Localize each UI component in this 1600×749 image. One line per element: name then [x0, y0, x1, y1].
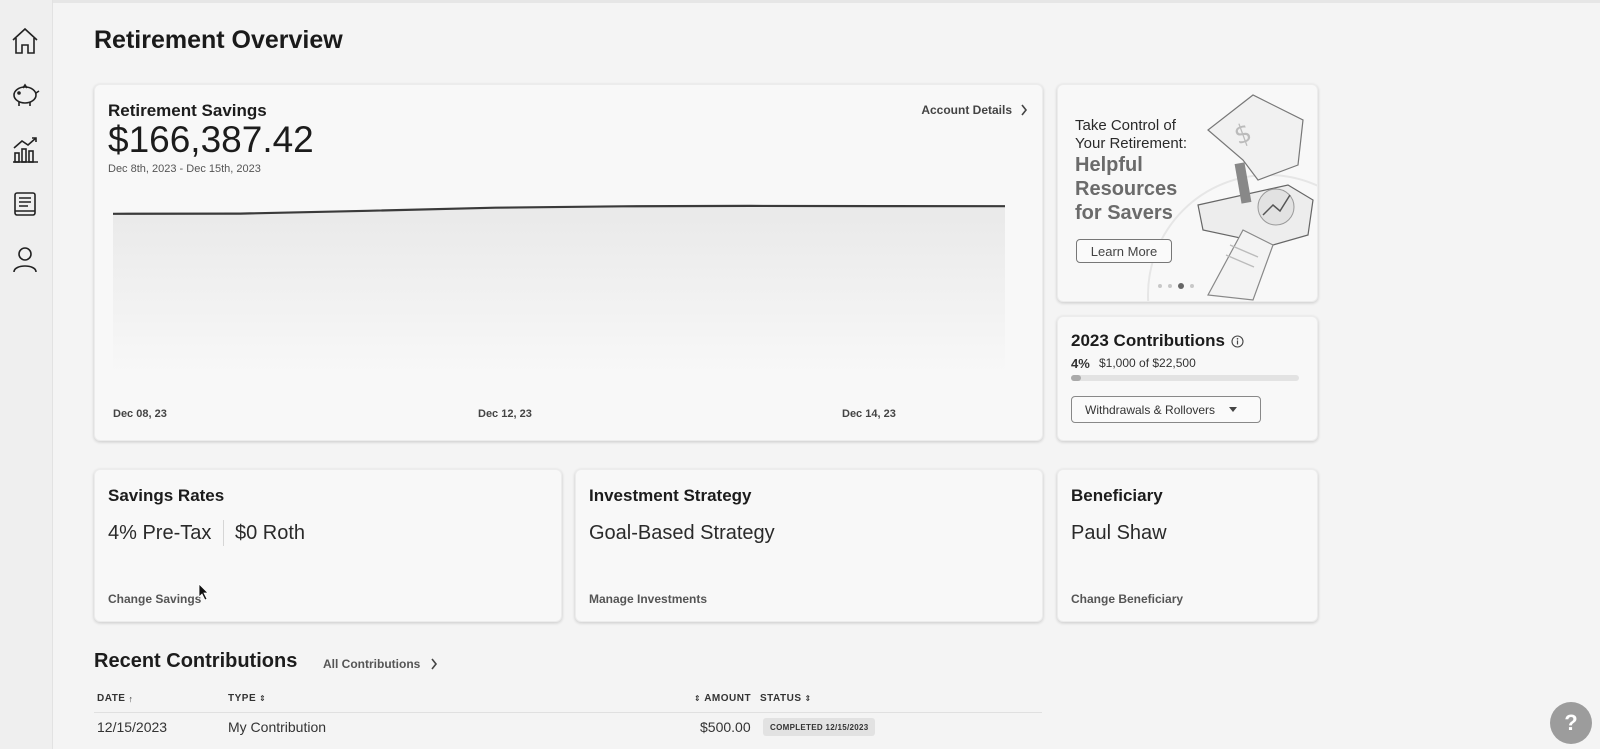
divider: [223, 520, 224, 546]
page-title: Retirement Overview: [94, 26, 343, 54]
change-beneficiary-link[interactable]: Change Beneficiary: [1071, 592, 1183, 606]
withdrawals-dropdown[interactable]: Withdrawals & Rollovers: [1071, 396, 1261, 423]
sort-icon: ⇕: [259, 694, 267, 703]
promo-card: $ Take Control of Your Retirement: Helpf…: [1057, 84, 1318, 302]
column-header-amount[interactable]: ⇕ AMOUNT: [694, 693, 751, 704]
column-header-label: AMOUNT: [704, 693, 752, 704]
card-title: Savings Rates: [108, 486, 225, 505]
all-contributions-label: All Contributions: [323, 657, 421, 671]
withdrawals-label: Withdrawals & Rollovers: [1085, 402, 1216, 417]
carousel-dot-active[interactable]: [1178, 283, 1184, 289]
promo-headline: Helpful Resources for Savers: [1075, 154, 1178, 224]
sort-up-icon: ↑: [128, 693, 134, 704]
growth-chart-icon[interactable]: [10, 135, 40, 165]
card-title: Beneficiary: [1071, 486, 1163, 505]
info-icon[interactable]: [1231, 334, 1244, 348]
contributions-title: 2023 Contributions: [1071, 331, 1244, 351]
card-title: Investment Strategy: [589, 486, 752, 505]
manage-investments-link[interactable]: Manage Investments: [589, 592, 707, 606]
piggy-bank-icon[interactable]: [10, 80, 40, 110]
mouse-cursor-icon: [198, 583, 209, 601]
carousel-dot[interactable]: [1168, 284, 1172, 288]
learn-more-button[interactable]: Learn More: [1076, 239, 1172, 263]
sidebar: [0, 0, 53, 749]
retirement-savings-card: Retirement Savings $166,387.42 Dec 8th, …: [94, 84, 1043, 441]
chart-area: [113, 205, 1005, 375]
beneficiary-card: Beneficiary Paul Shaw Change Beneficiary: [1057, 469, 1318, 622]
column-header-type[interactable]: TYPE ⇕: [228, 693, 266, 704]
sort-icon: ⇕: [804, 694, 812, 703]
book-icon[interactable]: [10, 189, 40, 219]
column-header-label: DATE: [97, 693, 126, 704]
table-divider: [94, 712, 1042, 713]
contribution-progress: [1071, 375, 1299, 381]
sort-icon: ⇕: [694, 694, 702, 703]
savings-rates-card: Savings Rates 4% Pre-Tax $0 Roth Change …: [94, 469, 562, 622]
contributions-title-text: 2023 Contributions: [1071, 331, 1225, 350]
column-header-label: STATUS: [760, 693, 802, 704]
home-icon[interactable]: [10, 26, 40, 56]
promo-text: Take Control of Your Retirement:: [1075, 117, 1188, 152]
contribution-progress-fill: [1071, 375, 1082, 381]
status-badge: COMPLETED 12/15/2023: [763, 718, 876, 736]
investment-strategy-card: Investment Strategy Goal-Based Strategy …: [575, 469, 1043, 622]
contributions-card: 2023 Contributions 4% $1,000 of $22,500 …: [1057, 316, 1318, 441]
beneficiary-name: Paul Shaw: [1071, 522, 1167, 544]
user-icon[interactable]: [10, 244, 40, 274]
x-tick-label: Dec 08, 23: [113, 408, 167, 420]
carousel-dot[interactable]: [1158, 284, 1162, 288]
column-header-date[interactable]: DATE ↑: [97, 693, 133, 704]
strategy-value: Goal-Based Strategy: [589, 522, 775, 544]
all-contributions-link[interactable]: All Contributions: [323, 657, 438, 671]
recent-contributions-title: Recent Contributions: [94, 650, 298, 672]
pretax-rate: 4% Pre-Tax: [108, 522, 212, 544]
row-amount: $500.00: [700, 719, 751, 735]
row-type: My Contribution: [228, 719, 327, 735]
change-savings-link[interactable]: Change Savings: [108, 592, 201, 606]
x-tick-label: Dec 12, 23: [478, 408, 532, 420]
caret-down-icon: [1229, 407, 1238, 412]
contribution-detail: $1,000 of $22,500: [1099, 356, 1196, 370]
top-border: [0, 0, 1600, 3]
roth-rate: $0 Roth: [235, 522, 306, 544]
contribution-percent: 4%: [1071, 356, 1090, 371]
savings-chart: [112, 204, 1006, 375]
chevron-right-icon: [431, 658, 438, 670]
column-header-status[interactable]: STATUS ⇕: [760, 693, 812, 704]
carousel-dots: [1158, 283, 1194, 289]
row-date: 12/15/2023: [97, 719, 168, 735]
help-button[interactable]: ?: [1550, 702, 1592, 744]
x-tick-label: Dec 14, 23: [842, 408, 896, 420]
column-header-label: TYPE: [228, 693, 257, 704]
carousel-dot[interactable]: [1190, 284, 1194, 288]
